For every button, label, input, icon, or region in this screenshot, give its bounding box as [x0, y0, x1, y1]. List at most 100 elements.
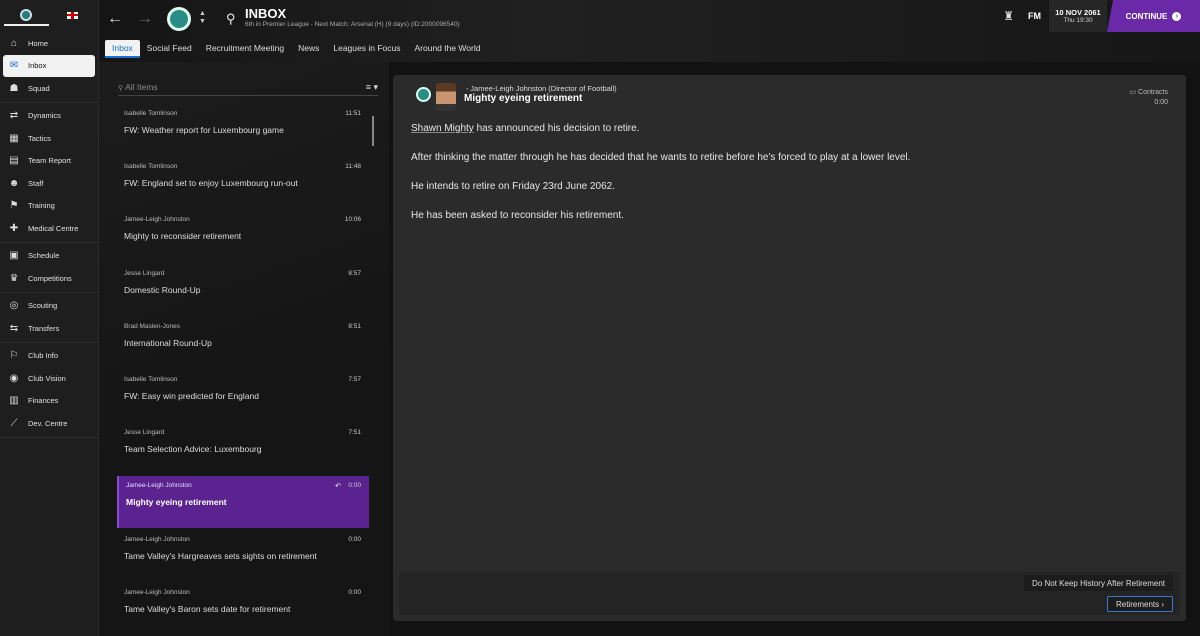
list-scrollbar[interactable]: [372, 116, 374, 146]
tab-inbox[interactable]: Inbox: [105, 40, 140, 56]
sidebar-item-transfers[interactable]: ⇆ Transfers: [0, 317, 98, 340]
continue-button[interactable]: CONTINUE ›: [1107, 0, 1200, 32]
sidebar-item-competitions[interactable]: ♛ Competitions: [0, 267, 98, 290]
tab-news[interactable]: News: [291, 40, 326, 56]
sidebar-item-team-report[interactable]: ▤ Team Report: [0, 150, 98, 173]
sidebar-item-finances[interactable]: ▥ Finances: [0, 390, 98, 413]
continue-arrow-icon: ›: [1172, 11, 1182, 21]
sidebar-item-schedule[interactable]: ▣ Schedule: [0, 245, 98, 268]
body-line-1: Shawn Mighty has announced his decision …: [411, 122, 1151, 136]
fm-button[interactable]: FM: [1028, 11, 1041, 21]
tab-leagues-in-focus[interactable]: Leagues in Focus: [326, 40, 407, 56]
tab-recruitment-meeting[interactable]: Recruitment Meeting: [199, 40, 291, 56]
england-flag-icon[interactable]: [67, 11, 78, 19]
message-subject: Mighty to reconsider retirement: [124, 231, 242, 242]
sidebar-item-squad[interactable]: ☗ Squad: [0, 77, 98, 100]
list-item[interactable]: Jamee-Leigh Johnston 0:00 Tame Valley's Ha…: [117, 530, 369, 582]
message-time: 8:51: [348, 322, 361, 330]
inbox-list: All Items ≡ ▾ Isabelle Tomlinson 11:51 FW:…: [99, 62, 389, 636]
message-subject: FW: Weather report for Luxembourg game: [124, 125, 284, 135]
sidebar-item-label: Dev. Centre: [28, 418, 68, 428]
chevron-right-icon: ›: [1159, 599, 1164, 609]
header-right: ♜ FM 10 NOV 2061 Thu 19:30 CONTINUE ›: [1003, 0, 1200, 32]
sidebar-item-label: Dynamics: [28, 111, 61, 121]
message-time: 7:51: [348, 429, 361, 437]
message-time: 7:57: [348, 376, 361, 383]
sidebar-item-tactics[interactable]: ▦ Tactics: [0, 127, 98, 150]
date-display[interactable]: 10 NOV 2061 Thu 19:30: [1049, 0, 1107, 32]
message-time: 0:00: [348, 588, 361, 596]
app-root: ⌂ Home ✉ Inbox ☗ Squad ⇄ Dynamics ▦ Tactics ▤ Team …: [0, 0, 1200, 636]
sidebar-item-club-info[interactable]: ⚐ Club Info: [0, 345, 98, 368]
club-badge-icon[interactable]: [20, 9, 32, 21]
message-from: Jamee-Leigh Johnston: [126, 482, 192, 490]
transfers-icon: ⇆: [9, 322, 19, 334]
message-time: 0:00: [348, 535, 361, 543]
sidebar-item-label: Inbox: [28, 61, 47, 71]
sidebar-item-label: Staff: [28, 178, 44, 188]
sidebar-nav: ⌂ Home ✉ Inbox ☗ Squad ⇄ Dynamics ▦ Tactics ▤ Team …: [0, 30, 98, 438]
list-item[interactable]: Isabelle Tomlinson 11:51 FW: Weather repor…: [117, 104, 369, 156]
message-from: Isabelle Tomlinson: [124, 163, 178, 171]
message-subject: Team Selection Advice: Luxembourg: [124, 444, 262, 455]
message-subject: FW: Easy win predicted for England: [124, 391, 259, 401]
trophy-icon[interactable]: ♜: [1003, 9, 1014, 23]
sidebar-item-club-vision[interactable]: ◉ Club Vision: [0, 367, 98, 390]
schedule-icon: ▣: [9, 250, 19, 262]
tab-bar: Inbox Social Feed Recruitment Meeting News L…: [105, 40, 487, 56]
sidebar-item-label: Transfers: [28, 323, 60, 333]
no-history-option-button[interactable]: Do Not Keep History After Retirement: [1024, 575, 1173, 591]
retirements-button[interactable]: Retirements ›: [1106, 596, 1173, 612]
sidebar-item-inbox[interactable]: ✉ Inbox: [3, 54, 95, 77]
sender-role: (Director of Football): [548, 84, 617, 93]
forward-arrow-icon[interactable]: →: [137, 10, 153, 28]
sidebar-item-label: Finances: [28, 396, 59, 406]
page-title: INBOX: [245, 6, 287, 21]
sidebar-item-label: Home: [28, 38, 49, 48]
filter-search[interactable]: All Items: [118, 82, 158, 92]
message-from: Jamee-Leigh Johnston: [124, 588, 190, 596]
list-filter[interactable]: All Items ≡ ▾: [118, 79, 378, 96]
sidebar-group: ⇄ Dynamics ▦ Tactics ▤ Team Report ☻ Staff ⚑ Trai…: [0, 103, 98, 243]
sender-name[interactable]: Jamee-Leigh Johnston: [470, 84, 546, 93]
message-sender[interactable]: Jamee-Leigh Johnston (Director of Footba…: [465, 84, 617, 93]
club-crest-icon[interactable]: [167, 7, 191, 31]
sidebar-item-dev-centre[interactable]: ⟋ Dev. Centre: [0, 412, 98, 435]
player-link[interactable]: Shawn Mighty: [411, 123, 474, 134]
list-item[interactable]: Brad Maslen-Jones 8:51 International Round…: [117, 317, 369, 369]
sidebar-group: ⌂ Home ✉ Inbox ☗ Squad: [0, 30, 98, 103]
message-panel: Jamee-Leigh Johnston (Director of Footba…: [393, 75, 1186, 621]
sidebar-active-indicator: [4, 24, 49, 26]
list-item[interactable]: Jamee-Leigh Johnston 0:00 Tame Valley's Ba…: [117, 583, 369, 635]
search-icon[interactable]: ⚲: [226, 11, 236, 27]
tab-around-the-world[interactable]: Around the World: [407, 40, 487, 56]
staff-icon: ☻: [8, 177, 20, 189]
medical-icon: ✚: [9, 222, 19, 234]
list-item[interactable]: Jamee-Leigh Johnston 10:06 Mighty to recon…: [117, 210, 369, 262]
sidebar-item-label: Club Info: [28, 351, 59, 361]
sidebar-item-home[interactable]: ⌂ Home: [0, 32, 98, 55]
body-line-2: After thinking the matter through he has…: [411, 152, 911, 163]
club-switch-chevrons-icon[interactable]: ▲ ▼: [199, 10, 206, 26]
list-menu-icon[interactable]: ≡ ▾: [366, 82, 378, 93]
inbox-icon: ✉: [9, 60, 19, 72]
retirements-label: Retirements: [1115, 599, 1160, 609]
sidebar-item-medical-centre[interactable]: ✚ Medical Centre: [0, 217, 98, 240]
sidebar-item-dynamics[interactable]: ⇄ Dynamics: [0, 105, 98, 128]
sidebar-item-staff[interactable]: ☻ Staff: [0, 172, 98, 195]
sidebar-item-label: Tactics: [28, 133, 51, 143]
list-item[interactable]: Isabelle Tomlinson 11:48 FW: England set t…: [117, 157, 369, 209]
list-item[interactable]: Jesse Lingard 8:57 Domestic Round-Up: [117, 264, 369, 316]
sender-avatar[interactable]: [436, 83, 456, 111]
tab-social-feed[interactable]: Social Feed: [140, 40, 199, 56]
sidebar-item-training[interactable]: ⚑ Training: [0, 195, 98, 218]
back-arrow-icon[interactable]: ←: [107, 10, 123, 28]
list-item[interactable]: Jamee-Leigh Johnston 0:00 Mighty eyeing re…: [117, 476, 369, 529]
message-time: 0:00: [1154, 99, 1168, 106]
continue-label: CONTINUE: [1125, 11, 1168, 21]
message-actions: Do Not Keep History After Retirement Ret…: [399, 572, 1180, 615]
message-from: Jamee-Leigh Johnston: [124, 535, 190, 543]
list-item[interactable]: Jesse Lingard 7:51 Team Selection Advice: …: [117, 423, 369, 475]
list-item[interactable]: Isabelle Tomlinson 7:57 FW: Easy win predi…: [117, 370, 369, 422]
sidebar-item-scouting[interactable]: ◎ Scouting: [0, 295, 98, 318]
